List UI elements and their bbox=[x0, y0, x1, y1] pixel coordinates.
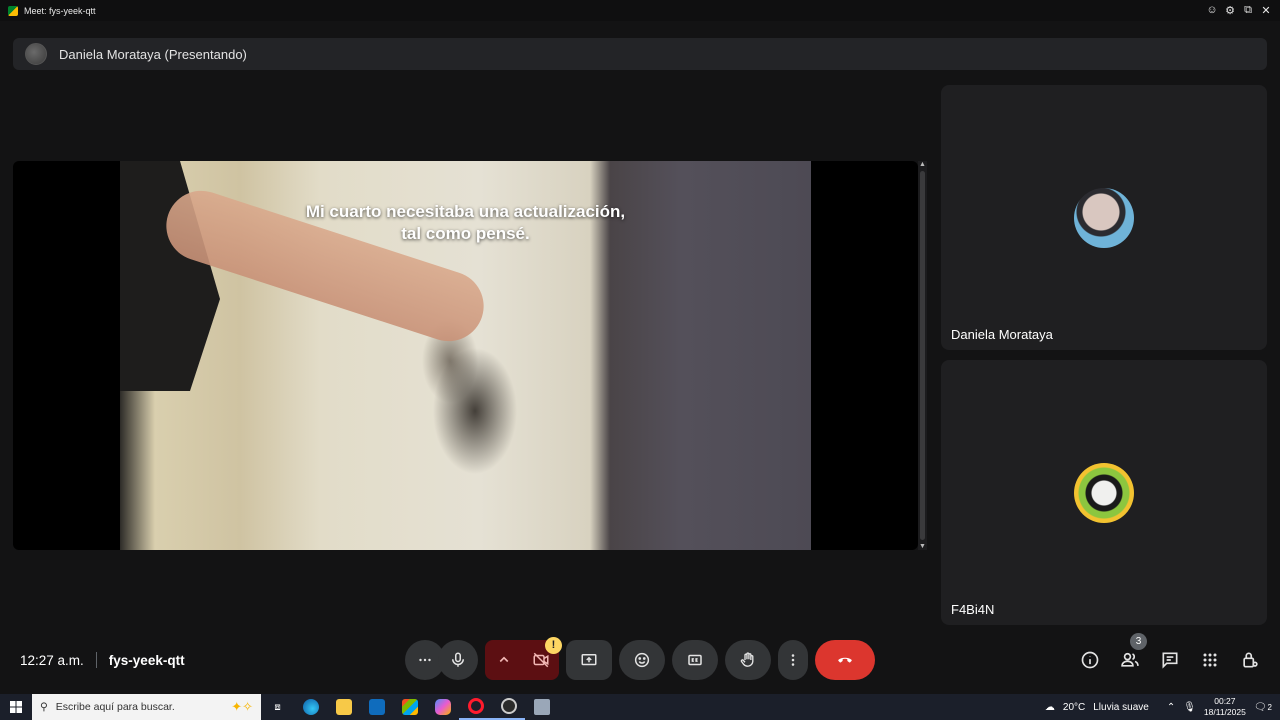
sparkle-icon: ✦✧ bbox=[231, 699, 253, 714]
clock-time: 00:27 bbox=[1214, 696, 1236, 706]
monitor-icon bbox=[533, 699, 550, 715]
camera-off-icon bbox=[533, 652, 548, 668]
lock-person-icon bbox=[1243, 652, 1258, 668]
app-icon bbox=[500, 698, 517, 714]
folder-icon bbox=[335, 699, 352, 715]
notification-icon[interactable]: 🗨2 bbox=[1254, 702, 1272, 713]
gear-icon[interactable]: ⚙ bbox=[1224, 4, 1236, 17]
task-view-button[interactable]: ⧈ bbox=[261, 694, 294, 720]
search-placeholder: Escribe aquí para buscar. bbox=[55, 701, 175, 713]
presenter-label: Daniela Morataya (Presentando) bbox=[59, 46, 247, 62]
taskbar-copilot[interactable] bbox=[426, 694, 459, 720]
meet-logo-icon bbox=[8, 5, 18, 16]
scroll-thumb[interactable] bbox=[920, 171, 925, 540]
weather-icon: ☁ bbox=[1044, 701, 1055, 713]
meeting-time: 12:27 a.m. bbox=[20, 652, 84, 668]
taskbar-search[interactable]: ⚲ Escribe aquí para buscar. ✦✧ bbox=[32, 694, 261, 720]
notification-count: 2 bbox=[1267, 702, 1272, 712]
windows-logo-icon bbox=[10, 701, 22, 713]
reactions-button[interactable] bbox=[619, 640, 665, 680]
taskbar-explorer[interactable] bbox=[327, 694, 360, 720]
avatar bbox=[1074, 463, 1134, 523]
search-icon: ⚲ bbox=[40, 701, 48, 713]
chat-button[interactable] bbox=[1158, 648, 1182, 672]
os-taskbar: ⚲ Escribe aquí para buscar. ✦✧ ⧈ ☁ 20°C … bbox=[0, 694, 1280, 720]
captions-button[interactable] bbox=[672, 640, 718, 680]
presenter-bar: Daniela Morataya (Presentando) bbox=[13, 38, 1267, 70]
participant-tile[interactable]: Daniela Morataya bbox=[941, 85, 1267, 350]
scroll-up-icon[interactable]: ▲ bbox=[919, 161, 926, 168]
participant-name: Daniela Morataya bbox=[951, 327, 1053, 342]
participant-name: F4Bi4N bbox=[951, 602, 995, 617]
meeting-info: 12:27 a.m. fys-yeek-qtt bbox=[20, 652, 185, 668]
shield-icon[interactable]: ☺ bbox=[1206, 4, 1218, 17]
presentation-area: Mi cuarto necesitaba una actualización, … bbox=[13, 161, 918, 550]
more-vertical-icon bbox=[791, 654, 795, 666]
weather-temp[interactable]: 20°C bbox=[1063, 702, 1085, 713]
present-screen-icon bbox=[581, 654, 597, 666]
hand-icon bbox=[740, 652, 754, 667]
taskbar-edge[interactable] bbox=[294, 694, 327, 720]
taskbar-outlook[interactable] bbox=[360, 694, 393, 720]
chevron-up-icon[interactable]: ⌃ bbox=[1167, 702, 1175, 713]
presentation-scrollbar[interactable]: ▲ ▼ bbox=[918, 161, 927, 550]
info-button[interactable] bbox=[1078, 648, 1102, 672]
copilot-icon bbox=[434, 699, 451, 715]
window-controls: ☺ ⚙ ⧉ ✕ bbox=[1206, 4, 1272, 17]
weather-text[interactable]: Lluvia suave bbox=[1093, 702, 1149, 713]
avatar bbox=[1074, 188, 1134, 248]
control-bar: 12:27 a.m. fys-yeek-qtt ! 3 bbox=[0, 630, 1280, 690]
subtitle-line-1: Mi cuarto necesitaba una actualización, bbox=[305, 202, 626, 221]
camera-warning-badge: ! bbox=[545, 637, 562, 654]
taskbar-monitor[interactable] bbox=[525, 694, 558, 720]
info-icon bbox=[1081, 651, 1099, 669]
start-button[interactable] bbox=[0, 694, 32, 720]
close-icon[interactable]: ✕ bbox=[1260, 4, 1272, 17]
popout-icon[interactable]: ⧉ bbox=[1242, 4, 1254, 17]
store-icon bbox=[401, 699, 418, 715]
meeting-code: fys-yeek-qtt bbox=[108, 652, 185, 668]
system-tray: ☁ 20°C Lluvia suave ⌃ 🎙 00:27 18/11/2025… bbox=[1045, 694, 1280, 720]
window-title: Meet: fys-yeek-qtt bbox=[24, 5, 96, 16]
people-button[interactable] bbox=[1118, 648, 1142, 672]
subtitle-line-2: tal como pensé. bbox=[401, 224, 530, 243]
mic-icon bbox=[452, 652, 464, 667]
task-view-icon: ⧈ bbox=[274, 701, 281, 713]
taskbar-store[interactable] bbox=[393, 694, 426, 720]
emoji-icon bbox=[634, 652, 650, 668]
mic-button[interactable] bbox=[438, 640, 478, 680]
clock-date: 18/11/2025 bbox=[1203, 707, 1246, 717]
participant-tile[interactable]: F4Bi4N bbox=[941, 360, 1267, 625]
host-controls-button[interactable] bbox=[1238, 648, 1262, 672]
call-end-icon bbox=[838, 657, 852, 663]
scroll-down-icon[interactable]: ▼ bbox=[919, 543, 926, 550]
chat-icon bbox=[1162, 652, 1178, 669]
opera-icon bbox=[467, 698, 484, 714]
leave-call-button[interactable] bbox=[815, 640, 875, 680]
video-subtitle: Mi cuarto necesitaba una actualización, … bbox=[120, 201, 811, 245]
more-options-button[interactable] bbox=[778, 640, 808, 680]
divider bbox=[95, 652, 97, 668]
edge-icon bbox=[302, 699, 319, 715]
presenter-avatar bbox=[25, 43, 47, 65]
raise-hand-button[interactable] bbox=[725, 640, 771, 680]
activities-button[interactable] bbox=[1198, 648, 1222, 672]
present-button[interactable] bbox=[566, 640, 612, 680]
microphone-icon[interactable]: 🎙 bbox=[1183, 702, 1196, 713]
apps-icon bbox=[1203, 653, 1217, 667]
presented-video: Mi cuarto necesitaba una actualización, … bbox=[120, 161, 811, 550]
outlook-icon bbox=[368, 699, 385, 715]
taskbar-opera[interactable] bbox=[459, 694, 492, 720]
captions-icon bbox=[688, 654, 702, 666]
window-titlebar: Meet: fys-yeek-qtt ☺ ⚙ ⧉ ✕ bbox=[0, 0, 1280, 21]
taskbar-app[interactable] bbox=[492, 694, 525, 720]
chevron-up-icon[interactable] bbox=[495, 651, 513, 669]
people-icon bbox=[1121, 652, 1139, 667]
taskbar-clock[interactable]: 00:27 18/11/2025 bbox=[1204, 696, 1246, 718]
